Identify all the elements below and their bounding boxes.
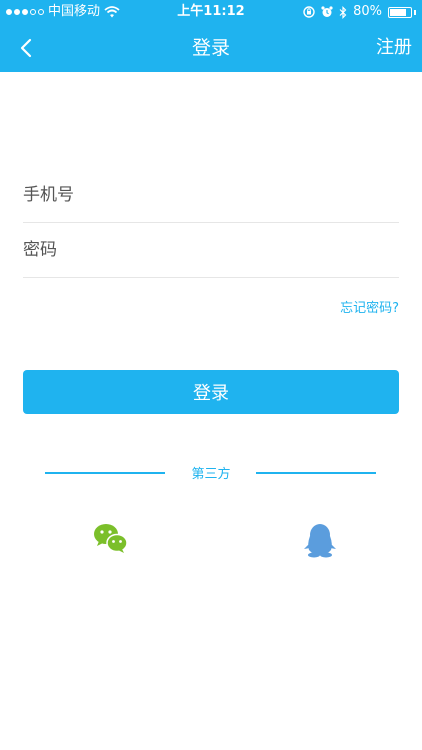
battery-fill [390,8,406,16]
battery-cap [414,9,416,15]
password-field [23,223,399,278]
battery-percent: 80% [353,4,382,19]
wechat-login-button[interactable] [93,522,133,562]
wechat-icon [94,524,128,553]
bluetooth-icon [339,5,347,19]
login-screen: 中国移动 上午11:12 80% 登录 注册 手机号 忘记密码? 登录 第三方 [0,0,422,750]
battery-icon [388,6,412,18]
phone-field [23,168,399,223]
divider-line-right [256,472,376,474]
phone-input[interactable] [23,168,399,222]
login-button[interactable]: 登录 [23,370,399,414]
password-input[interactable] [23,223,399,277]
alarm-icon [321,6,333,17]
qq-penguin-icon [304,524,336,558]
rotation-lock-icon [303,6,315,18]
status-right: 80% [303,0,416,24]
status-bar: 中国移动 上午11:12 80% [0,0,422,24]
nav-bar: 登录 注册 [0,24,422,72]
qq-login-button[interactable] [303,522,343,562]
header: 中国移动 上午11:12 80% 登录 注册 [0,0,422,72]
register-button[interactable]: 注册 [376,24,412,72]
page-title: 登录 [191,37,230,59]
forgot-password-link[interactable]: 忘记密码? [340,297,399,316]
